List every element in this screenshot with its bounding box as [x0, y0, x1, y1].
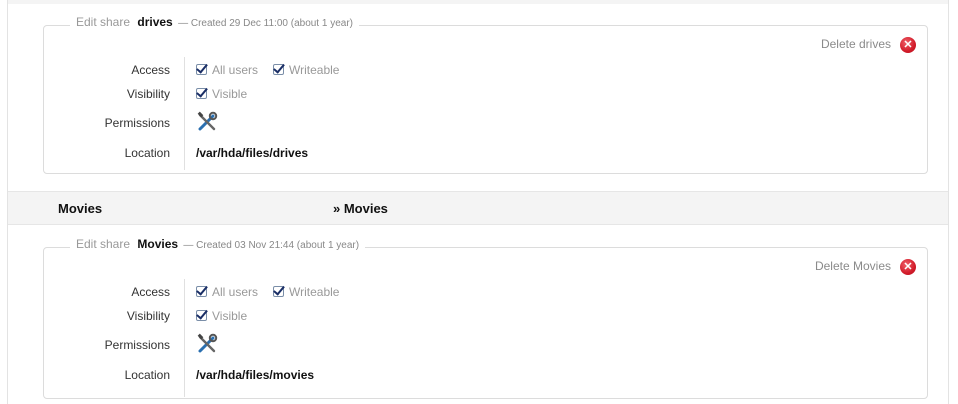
section-title: Movies	[58, 201, 103, 216]
delete-share-link[interactable]: Delete drives	[821, 37, 891, 51]
share-legend: Edit share drives — Created 29 Dec 11:00…	[70, 15, 359, 29]
all-users-checkbox[interactable]: All users	[196, 62, 258, 77]
created-timestamp: — Created 03 Nov 21:44 (about 1 year)	[183, 240, 360, 251]
checkbox-checked-icon[interactable]	[273, 286, 284, 298]
share-panel-movies: Edit share Movies — Created 03 Nov 21:44…	[43, 237, 928, 399]
permissions-label: Permissions	[104, 116, 170, 130]
section-path: » Movies	[333, 201, 388, 216]
tools-icon[interactable]	[196, 111, 218, 133]
checkbox-checked-icon[interactable]	[196, 286, 207, 298]
delete-icon[interactable]: ✕	[900, 37, 916, 53]
share-name[interactable]: Movies	[137, 237, 178, 251]
all-users-checkbox[interactable]: All users	[196, 284, 258, 299]
permissions-label: Permissions	[104, 338, 170, 352]
visible-checkbox[interactable]: Visible	[196, 86, 247, 101]
edit-share-label: Edit share	[76, 237, 131, 251]
share-panel-drives: Edit share drives — Created 29 Dec 11:00…	[43, 15, 928, 174]
edit-share-label: Edit share	[76, 15, 131, 29]
visibility-label: Visibility	[126, 309, 170, 323]
field-labels-column: Access Visibility Permissions Location	[44, 57, 185, 170]
field-labels-column: Access Visibility Permissions Location	[44, 279, 185, 397]
share-legend: Edit share Movies — Created 03 Nov 21:44…	[70, 237, 366, 251]
checkbox-checked-icon[interactable]	[196, 310, 207, 322]
location-label: Location	[124, 368, 170, 382]
location-path[interactable]: /var/hda/files/drives	[196, 146, 308, 160]
share-section-header: Movies » Movies	[8, 191, 948, 225]
checkbox-checked-icon[interactable]	[273, 64, 284, 76]
access-label: Access	[131, 63, 170, 77]
top-strip	[8, 0, 948, 4]
writeable-checkbox[interactable]: Writeable	[273, 62, 339, 77]
visible-checkbox[interactable]: Visible	[196, 308, 247, 323]
checkbox-checked-icon[interactable]	[196, 64, 207, 76]
delete-icon[interactable]: ✕	[900, 259, 916, 275]
tools-icon[interactable]	[196, 333, 218, 355]
writeable-checkbox[interactable]: Writeable	[273, 284, 339, 299]
checkbox-checked-icon[interactable]	[196, 88, 207, 100]
delete-share-link[interactable]: Delete Movies	[815, 259, 891, 273]
access-label: Access	[131, 285, 170, 299]
visibility-label: Visibility	[126, 87, 170, 101]
location-path[interactable]: /var/hda/files/movies	[196, 368, 314, 382]
created-timestamp: — Created 29 Dec 11:00 (about 1 year)	[178, 18, 353, 29]
share-name[interactable]: drives	[137, 15, 172, 29]
location-label: Location	[124, 146, 170, 160]
